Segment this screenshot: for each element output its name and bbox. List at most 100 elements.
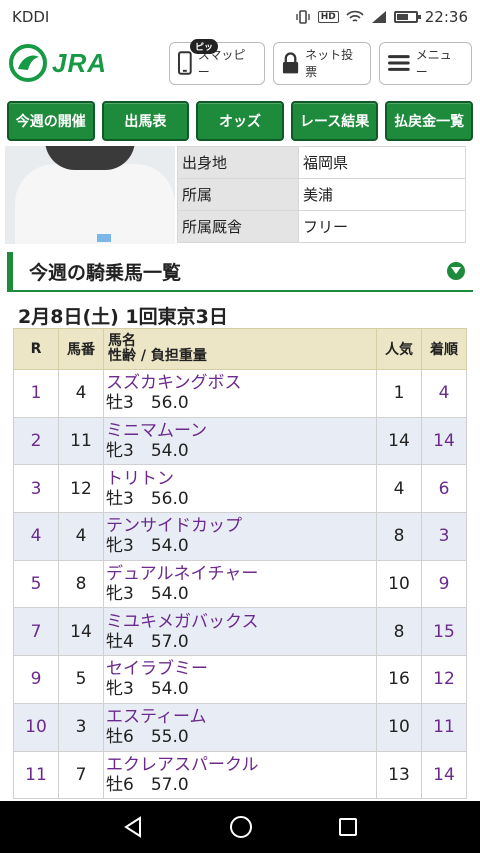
horse-number: 14: [58, 607, 104, 657]
carrier-label: KDDI: [12, 8, 50, 26]
order-link[interactable]: 9: [421, 559, 467, 609]
site-header: JRA ピッ スマッピー ネット投票 メニュー: [0, 34, 480, 92]
menu-button[interactable]: メニュー: [379, 41, 472, 85]
table-row: 1 4 スズカキングボス 牡3 56.0 1 4: [13, 369, 467, 418]
race-link[interactable]: 2: [13, 416, 59, 466]
table-row: 4 4 テンサイドカップ 牝3 54.0 8 3: [13, 512, 467, 561]
profile-row: 出身地 福岡県: [177, 146, 466, 179]
race-link[interactable]: 1: [13, 369, 59, 418]
horse-number: 8: [58, 559, 104, 609]
popularity: 4: [376, 464, 422, 514]
vibrate-icon: [296, 10, 310, 24]
horse-cell: トリトン 牡3 56.0: [103, 464, 377, 514]
race-link[interactable]: 10: [13, 702, 59, 752]
race-link[interactable]: 4: [13, 512, 59, 561]
net-vote-label: ネット投票: [305, 48, 354, 79]
profile-row: 所属 美浦: [177, 178, 466, 211]
horse-number: 11: [58, 416, 104, 466]
horse-number: 3: [58, 702, 104, 752]
order-link[interactable]: 3: [421, 512, 467, 561]
lock-icon: [282, 52, 299, 74]
horse-info: 牝3 54.0: [106, 679, 189, 700]
nav-odds[interactable]: オッズ: [196, 101, 284, 141]
profile-key: 所属厩舎: [177, 210, 299, 243]
order-link[interactable]: 14: [421, 750, 467, 800]
col-horse-line2: 性齢 / 負担重量: [108, 348, 207, 364]
table-row: 7 14 ミユキメガバックス 牡4 57.0 8 15: [13, 607, 467, 657]
chevron-down-icon[interactable]: [447, 262, 465, 280]
weekly-rides-section-header[interactable]: 今週の騎乗馬一覧: [7, 252, 473, 292]
race-link[interactable]: 9: [13, 655, 59, 704]
order-link[interactable]: 14: [421, 416, 467, 466]
table-row: 9 5 セイラブミー 牝3 54.0 16 12: [13, 655, 467, 704]
jra-logo[interactable]: JRA: [8, 43, 107, 83]
net-vote-button[interactable]: ネット投票: [273, 41, 371, 85]
horse-name-link[interactable]: デュアルネイチャー: [106, 564, 376, 584]
horse-cell: スズカキングボス 牡3 56.0: [103, 369, 377, 418]
horse-info: 牝3 54.0: [106, 536, 189, 557]
race-link[interactable]: 3: [13, 464, 59, 514]
section-title: 今週の騎乗馬一覧: [29, 261, 182, 284]
back-icon[interactable]: [122, 816, 144, 838]
horse-name-link[interactable]: セイラブミー: [106, 659, 376, 679]
nav-entries[interactable]: 出馬表: [101, 101, 190, 141]
popularity: 10: [376, 559, 422, 609]
clock: 22:36: [424, 8, 468, 26]
nav-this-week[interactable]: 今週の開催: [7, 101, 95, 141]
popularity: 8: [376, 512, 422, 561]
system-nav-bar: [0, 801, 480, 853]
col-race: R: [13, 328, 59, 370]
race-link[interactable]: 5: [13, 559, 59, 609]
race-link[interactable]: 11: [13, 750, 59, 800]
horse-info: 牡6 57.0: [106, 774, 189, 795]
order-link[interactable]: 12: [421, 655, 467, 704]
order-link[interactable]: 6: [421, 464, 467, 514]
horse-info: 牡4 57.0: [106, 631, 189, 652]
horse-name-link[interactable]: エスティーム: [106, 707, 376, 727]
popularity: 13: [376, 750, 422, 800]
horse-name-link[interactable]: エクレアスパークル: [106, 755, 376, 775]
horse-info: 牡3 56.0: [106, 393, 189, 414]
table-header-row: R 馬番 馬名 性齢 / 負担重量 人気 着順: [13, 328, 467, 370]
horse-cell: ミニマムーン 牝3 54.0: [103, 416, 377, 466]
horse-cell: デュアルネイチャー 牝3 54.0: [103, 559, 377, 609]
order-link[interactable]: 11: [421, 702, 467, 752]
popularity: 10: [376, 702, 422, 752]
status-bar: KDDI HD 22:36: [0, 0, 480, 34]
col-horse-line1: 馬名: [108, 333, 136, 349]
table-row: 2 11 ミニマムーン 牝3 54.0 14 14: [13, 416, 467, 466]
horse-name-link[interactable]: ミニマムーン: [106, 421, 376, 441]
profile-value: フリー: [298, 210, 466, 243]
horse-info: 牡3 56.0: [106, 488, 189, 509]
horse-name-link[interactable]: ミユキメガバックス: [106, 612, 376, 632]
race-link[interactable]: 7: [13, 607, 59, 657]
rides-table: R 馬番 馬名 性齢 / 負担重量 人気 着順 1 4 スズカキングボス 牡3 5…: [13, 328, 467, 800]
col-number: 馬番: [58, 328, 104, 370]
profile-key: 所属: [177, 178, 299, 211]
order-link[interactable]: 4: [421, 369, 467, 418]
horse-cell: テンサイドカップ 牝3 54.0: [103, 512, 377, 561]
smappy-badge: ピッ: [190, 38, 219, 54]
horse-name-link[interactable]: スズカキングボス: [106, 373, 376, 393]
order-link[interactable]: 15: [421, 607, 467, 657]
horse-name-link[interactable]: テンサイドカップ: [106, 516, 376, 536]
horse-info: 牝3 54.0: [106, 441, 189, 462]
wifi-icon: [346, 10, 364, 22]
recents-icon[interactable]: [338, 817, 358, 837]
smappy-button[interactable]: ピッ スマッピー: [169, 38, 265, 85]
horse-info: 牡6 55.0: [106, 727, 189, 748]
home-icon[interactable]: [229, 815, 253, 839]
nav-results[interactable]: レース結果: [290, 101, 379, 141]
horse-name-link[interactable]: トリトン: [106, 469, 376, 489]
logo-text: JRA: [52, 47, 108, 78]
main-nav: 今週の開催 出馬表 オッズ レース結果 払戻金一覧: [0, 96, 480, 146]
popularity: 1: [376, 369, 422, 418]
signal-icon: [371, 11, 386, 23]
table-row: 5 8 デュアルネイチャー 牝3 54.0 10 9: [13, 559, 467, 609]
profile-table: 出身地 福岡県 所属 美浦 所属厩舎 フリー: [177, 146, 466, 243]
nav-payouts[interactable]: 払戻金一覧: [385, 101, 473, 141]
table-row: 3 12 トリトン 牡3 56.0 4 6: [13, 464, 467, 514]
jockey-photo: [5, 146, 175, 244]
jra-horse-logo-icon: [9, 44, 47, 82]
popularity: 16: [376, 655, 422, 704]
